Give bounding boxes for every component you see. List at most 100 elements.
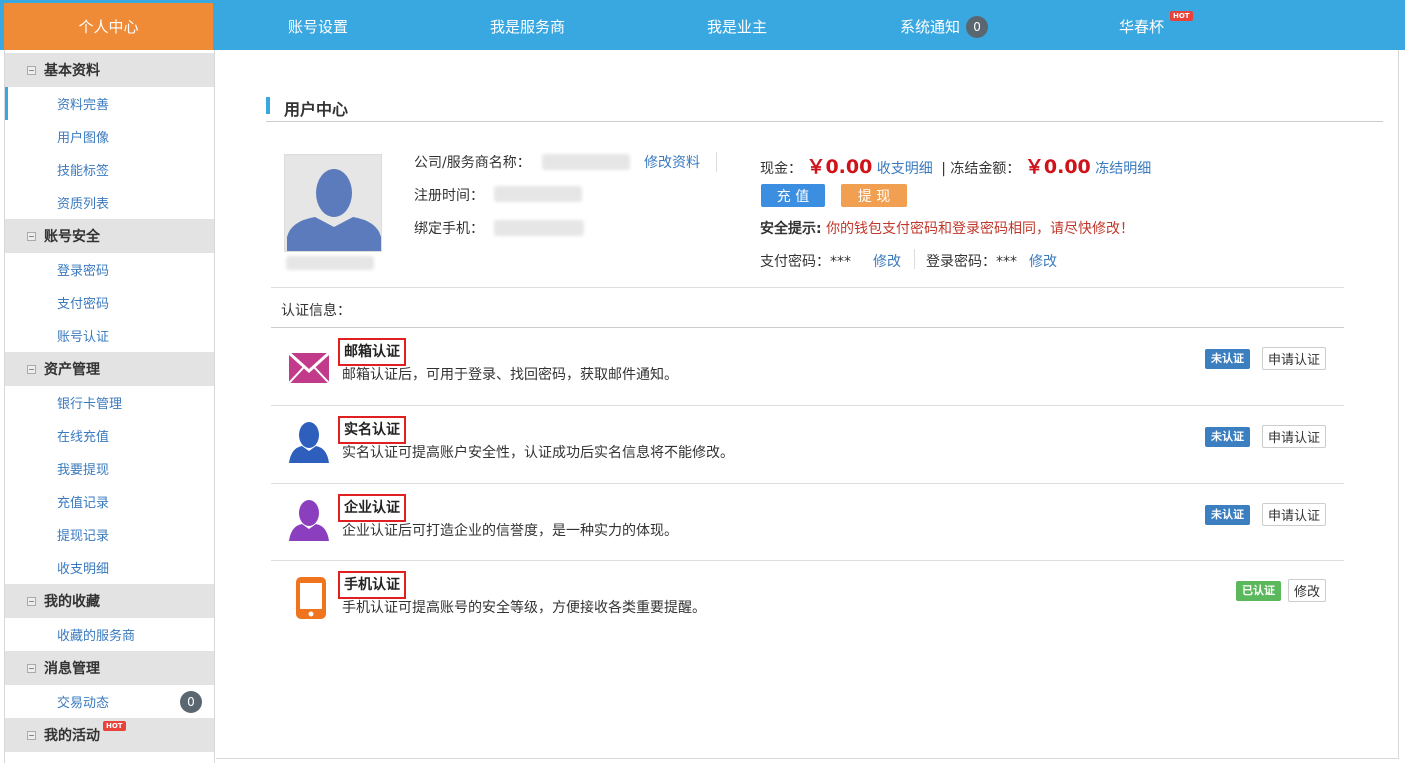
collapse-icon [27,364,36,374]
cert-desc: 手机认证可提高账号的安全等级，方便接收各类重要提醒。 [342,600,706,616]
sidebar-group-label: 资产管理 [44,362,100,378]
cert-row-email: 邮箱认证 邮箱认证后，可用于登录、找回密码，获取邮件通知。 未认证 申请认证 [272,329,1344,405]
sidebar-item-login-password[interactable]: 登录密码 [5,253,214,286]
hot-badge: HOT [103,721,126,731]
security-tip: 安全提示: 你的钱包支付密码和登录密码相同，请尽快修改！ [760,218,1134,238]
username-masked [286,256,374,270]
pay-password-label: 支付密码：*** [760,254,851,270]
sidebar-item-withdraw[interactable]: 我要提现 [5,452,214,485]
sidebar-group-basic[interactable]: 基本资料 [5,53,214,87]
sidebar-item-online-recharge[interactable]: 在线充值 [5,419,214,452]
sidebar-item-trade-activity[interactable]: 交易动态 0 [5,685,214,718]
sidebar-item-pay-password[interactable]: 支付密码 [5,286,214,319]
collapse-icon [27,663,36,673]
main-content: 用户中心 公司/服务商名称： 修改资料 注册时间： 绑定手机： 现金： ￥0.0… [216,50,1399,759]
cert-status-badge: 已认证 [1236,581,1281,601]
cash-detail-link[interactable]: 收支明细 [877,161,933,177]
security-tip-label: 安全提示: [760,221,822,237]
sidebar-item-account-cert[interactable]: 账号认证 [5,319,214,352]
divider [271,483,1344,484]
company-label: 公司/服务商名称： [414,155,531,171]
cert-desc: 邮箱认证后，可用于登录、找回密码，获取邮件通知。 [342,367,678,383]
sidebar-group-label: 消息管理 [44,661,100,677]
sidebar-item-fav-providers[interactable]: 收藏的服务商 [5,618,214,651]
frozen-label: | 冻结金额： [941,161,1021,177]
collapse-icon [27,730,36,740]
sidebar-item-skills[interactable]: 技能标签 [5,153,214,186]
sidebar: 基本资料 资料完善 用户图像 技能标签 资质列表 账号安全 登录密码 支付密码 … [4,50,215,763]
sidebar-item-qualifications[interactable]: 资质列表 [5,186,214,219]
cert-title: 邮箱认证 [338,338,406,366]
edit-profile-link[interactable]: 修改资料 [644,152,700,172]
sidebar-group-activities[interactable]: 我的活动 HOT [5,718,214,752]
sidebar-group-label: 账号安全 [44,229,100,245]
nav-owner[interactable]: 我是业主 [707,3,767,50]
nav-huachun-label: 华春杯 [1119,18,1165,36]
collapse-icon [27,596,36,606]
sidebar-group-messages[interactable]: 消息管理 [5,651,214,685]
nav-account-settings[interactable]: 账号设置 [288,3,348,50]
message-count-badge: 0 [180,691,202,713]
nav-notifications-label: 系统通知 [900,18,961,36]
phone-icon [296,577,326,619]
withdraw-button[interactable]: 提 现 [841,184,907,207]
divider [914,249,915,269]
apply-cert-button[interactable]: 申请认证 [1262,503,1326,526]
phone-masked [494,220,584,236]
divider [271,287,1344,288]
recharge-button[interactable]: 充 值 [761,184,825,207]
mail-icon [288,351,330,384]
cert-desc: 企业认证后可打造企业的信誉度，是一种实力的体现。 [342,523,678,539]
sidebar-item-withdraw-records[interactable]: 提现记录 [5,518,214,551]
nav-notifications[interactable]: 系统通知 0 [900,3,989,50]
sidebar-item-avatar[interactable]: 用户图像 [5,120,214,153]
edit-cert-button[interactable]: 修改 [1288,579,1326,602]
notification-count-badge: 0 [966,15,989,38]
reg-time-masked [494,186,582,202]
divider [716,152,717,172]
top-nav: 个人中心 账号设置 我是服务商 我是业主 系统通知 0 华春杯 HOT [0,0,1405,50]
cert-title: 实名认证 [338,416,406,444]
apply-cert-button[interactable]: 申请认证 [1262,425,1326,448]
nav-huachun-cup[interactable]: 华春杯 [1119,3,1164,50]
frozen-value: ￥0.00 [1024,156,1091,178]
cert-desc: 实名认证可提高账户安全性，认证成功后实名信息将不能修改。 [342,445,734,461]
pay-password-edit-link[interactable]: 修改 [873,251,901,271]
security-tip-text: 你的钱包支付密码和登录密码相同，请尽快修改！ [826,221,1135,237]
sidebar-group-label: 基本资料 [44,63,100,79]
cash-label: 现金： [760,161,802,177]
sidebar-item-transactions[interactable]: 收支明细 [5,551,214,584]
divider [271,327,1344,328]
sidebar-item-bank-cards[interactable]: 银行卡管理 [5,386,214,419]
page-title-text: 用户中心 [284,100,349,119]
collapse-icon [27,65,36,75]
divider [271,405,1344,406]
phone-label: 绑定手机： [414,221,484,237]
cert-section-header: 认证信息： [281,303,351,319]
divider [271,560,1344,561]
title-accent-bar [266,97,270,114]
cert-row-realname: 实名认证 实名认证可提高账户安全性，认证成功后实名信息将不能修改。 未认证 申请… [272,407,1344,483]
enterprise-icon [289,500,329,541]
cert-title: 企业认证 [338,494,406,522]
sidebar-item-recharge-records[interactable]: 充值记录 [5,485,214,518]
cert-row-enterprise: 企业认证 企业认证后可打造企业的信誉度，是一种实力的体现。 未认证 申请认证 [272,485,1344,561]
sidebar-group-label: 我的活动 [44,728,100,744]
page-title: 用户中心 [266,96,1383,122]
collapse-icon [27,231,36,241]
hot-badge: HOT [1170,11,1193,21]
user-avatar[interactable] [284,154,382,252]
sidebar-group-assets[interactable]: 资产管理 [5,352,214,386]
sidebar-group-favorites[interactable]: 我的收藏 [5,584,214,618]
frozen-detail-link[interactable]: 冻结明细 [1095,161,1151,177]
company-name-masked [542,154,630,170]
cert-status-badge: 未认证 [1205,349,1250,369]
sidebar-group-security[interactable]: 账号安全 [5,219,214,253]
cash-row: 现金： ￥0.00 收支明细 | 冻结金额： ￥0.00 冻结明细 [760,152,1151,179]
login-password-edit-link[interactable]: 修改 [1029,251,1057,271]
cert-row-phone: 手机认证 手机认证可提高账号的安全等级，方便接收各类重要提醒。 已认证 修改 [272,562,1344,638]
nav-home[interactable]: 个人中心 [4,3,213,50]
apply-cert-button[interactable]: 申请认证 [1262,347,1326,370]
nav-service-provider[interactable]: 我是服务商 [490,3,565,50]
sidebar-item-profile[interactable]: 资料完善 [5,87,214,120]
